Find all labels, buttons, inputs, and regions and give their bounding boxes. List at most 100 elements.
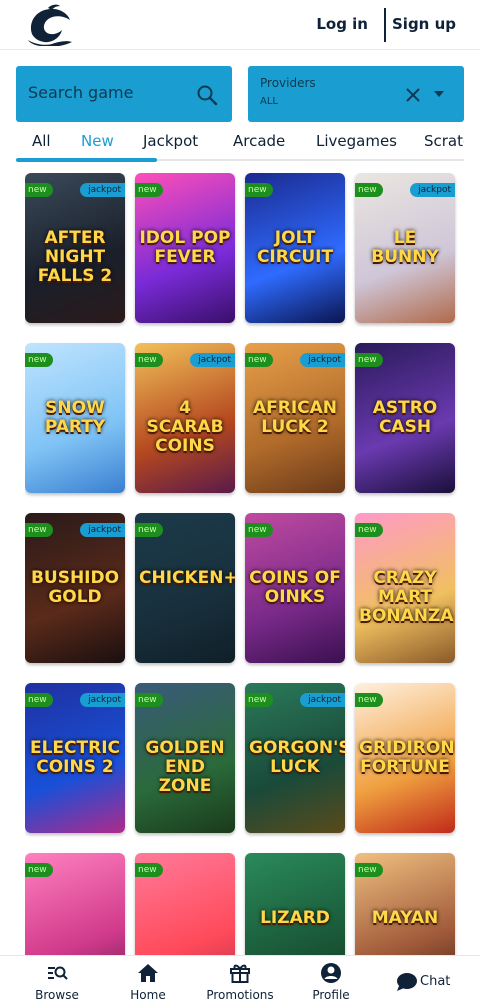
game-title: BUSHIDO GOLD	[30, 568, 120, 607]
game-title: AFRICAN LUCK 2	[252, 398, 338, 437]
jackpot-badge: jackpot	[300, 693, 345, 707]
tab-all[interactable]: All	[32, 132, 51, 150]
header-divider	[384, 8, 386, 42]
new-badge: new	[355, 693, 383, 707]
new-badge: new	[245, 183, 273, 197]
search-icon[interactable]	[196, 84, 218, 106]
game-card[interactable]: CHICKEN+ new	[135, 513, 235, 663]
game-card[interactable]: new	[135, 853, 235, 955]
tab-livegames[interactable]: Livegames	[316, 132, 397, 150]
profile-icon	[321, 963, 341, 983]
new-badge: new	[245, 353, 273, 367]
home-icon	[138, 964, 158, 982]
dolphin-logo-icon[interactable]	[22, 4, 76, 46]
game-title: COINS OF OINKS	[249, 568, 341, 607]
game-title: MAYAN	[371, 908, 439, 928]
game-card[interactable]: AFTER NIGHT FALLS 2 new jackpot	[25, 173, 125, 323]
game-card[interactable]: CRAZY MART BONANZA new	[355, 513, 455, 663]
game-card[interactable]: SNOW PARTY new	[25, 343, 125, 493]
close-icon[interactable]	[404, 86, 422, 104]
providers-label: Providers	[260, 76, 316, 90]
game-title: CHICKEN+	[139, 568, 235, 588]
new-badge: new	[25, 353, 53, 367]
login-button[interactable]: Log in	[316, 15, 368, 33]
nav-promotions-label: Promotions	[206, 988, 274, 1002]
game-title: LIZARD	[260, 908, 330, 928]
new-badge: new	[355, 863, 383, 877]
new-badge: new	[245, 523, 273, 537]
chat-label: Chat	[420, 974, 451, 989]
game-card[interactable]: AFRICAN LUCK 2 new jackpot	[245, 343, 345, 493]
category-tabs: All New Jackpot Arcade Livegames Scratc	[16, 122, 464, 162]
game-title: IDOL POP FEVER	[139, 228, 231, 267]
game-title: CRAZY MART BONANZA	[359, 568, 454, 626]
browse-icon	[48, 966, 68, 980]
new-badge: new	[25, 523, 53, 537]
tab-scratch[interactable]: Scratc	[424, 132, 464, 150]
game-title: ELECTRIC COINS 2	[29, 738, 121, 777]
jackpot-badge: jackpot	[410, 183, 455, 197]
jackpot-badge: jackpot	[80, 183, 125, 197]
search-placeholder: Search game	[28, 83, 134, 102]
new-badge: new	[355, 353, 383, 367]
nav-promotions[interactable]: Promotions	[200, 962, 280, 1002]
new-badge: new	[355, 523, 383, 537]
header: Log in Sign up	[0, 0, 480, 50]
nav-profile[interactable]: Profile	[291, 962, 371, 1002]
gift-icon	[230, 964, 250, 983]
tab-arcade[interactable]: Arcade	[233, 132, 285, 150]
chevron-down-icon[interactable]	[434, 91, 444, 97]
game-card[interactable]: LIZARD	[245, 853, 345, 955]
game-card[interactable]: GRIDIRON FORTUNE new	[355, 683, 455, 833]
jackpot-badge: jackpot	[80, 523, 125, 537]
game-card[interactable]: MAYAN new	[355, 853, 455, 955]
nav-browse[interactable]: Browse	[17, 962, 97, 1002]
providers-select[interactable]: Providers ALL	[248, 66, 464, 122]
game-title: SNOW PARTY	[44, 398, 106, 437]
bottom-nav: Browse Home Promotions Profile Chat	[0, 955, 480, 1008]
game-card[interactable]: JOLT CIRCUIT new	[245, 173, 345, 323]
game-title: LE BUNNY	[371, 228, 439, 267]
game-grid: AFTER NIGHT FALLS 2 new jackpot IDOL POP FE…	[25, 173, 465, 955]
game-card[interactable]: ASTRO CASH new	[355, 343, 455, 493]
game-title: 4 SCARAB COINS	[146, 398, 224, 456]
nav-profile-label: Profile	[312, 988, 350, 1002]
nav-home-label: Home	[130, 988, 166, 1002]
signup-button[interactable]: Sign up	[392, 15, 456, 33]
game-card[interactable]: COINS OF OINKS new	[245, 513, 345, 663]
game-card[interactable]: 4 SCARAB COINS new jackpot	[135, 343, 235, 493]
new-badge: new	[25, 183, 53, 197]
tab-new[interactable]: New	[81, 132, 114, 150]
nav-browse-label: Browse	[35, 988, 79, 1002]
jackpot-badge: jackpot	[190, 353, 235, 367]
jackpot-badge: jackpot	[300, 353, 345, 367]
game-thumbnail	[245, 853, 345, 955]
new-badge: new	[355, 183, 383, 197]
jackpot-badge: jackpot	[80, 693, 125, 707]
game-title: GOLDEN END ZONE	[145, 738, 225, 796]
game-card[interactable]: IDOL POP FEVER new	[135, 173, 235, 323]
game-title: GRIDIRON FORTUNE	[359, 738, 455, 777]
tab-jackpot[interactable]: Jackpot	[143, 132, 198, 150]
game-title: AFTER NIGHT FALLS 2	[37, 228, 113, 286]
chat-bubble-icon	[397, 973, 417, 991]
new-badge: new	[135, 353, 163, 367]
new-badge: new	[135, 183, 163, 197]
search-input[interactable]: Search game	[16, 66, 232, 122]
new-badge: new	[25, 693, 53, 707]
new-badge: new	[135, 693, 163, 707]
new-badge: new	[135, 863, 163, 877]
tab-active-indicator	[16, 158, 157, 162]
game-card[interactable]: GORGON'S LUCK new jackpot	[245, 683, 345, 833]
game-title: JOLT CIRCUIT	[256, 228, 334, 267]
game-card[interactable]: GOLDEN END ZONE new	[135, 683, 235, 833]
game-card[interactable]: new	[25, 853, 125, 955]
new-badge: new	[135, 523, 163, 537]
game-card[interactable]: ELECTRIC COINS 2 new jackpot	[25, 683, 125, 833]
providers-value: ALL	[260, 96, 278, 107]
game-card[interactable]: BUSHIDO GOLD new jackpot	[25, 513, 125, 663]
game-card[interactable]: LE BUNNY new jackpot	[355, 173, 455, 323]
new-badge: new	[25, 863, 53, 877]
new-badge: new	[245, 693, 273, 707]
nav-home[interactable]: Home	[108, 962, 188, 1002]
